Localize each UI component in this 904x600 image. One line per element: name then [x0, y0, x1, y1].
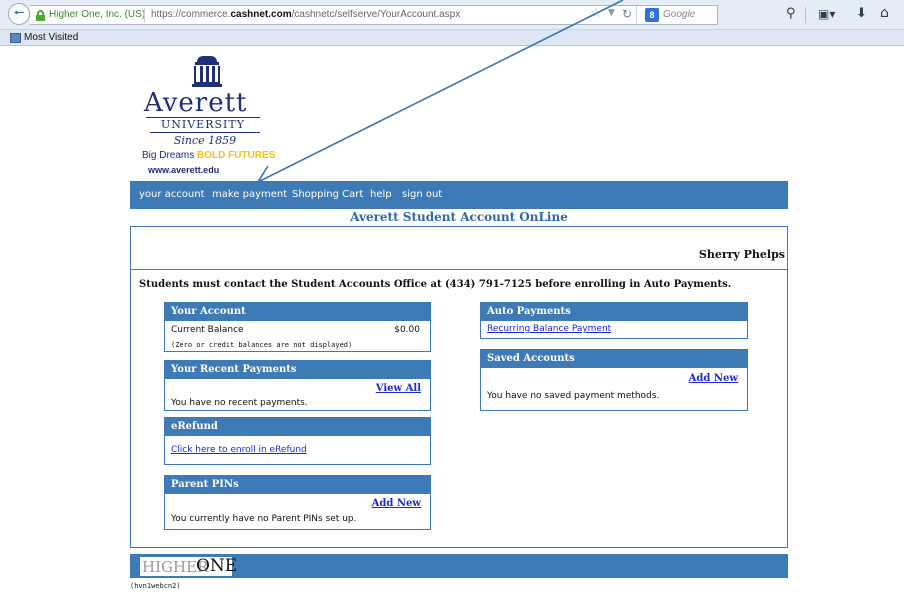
back-arrow-icon[interactable]: 🠔: [8, 3, 30, 25]
add-saved-account-link[interactable]: Add New: [689, 373, 738, 384]
site-identity[interactable]: Higher One, Inc. (US): [49, 9, 145, 20]
lock-icon: [36, 10, 45, 21]
higher-one-logo[interactable]: HIGHER ONE: [140, 556, 237, 576]
building-icon: [192, 56, 222, 88]
logo-name: Averett: [144, 88, 248, 118]
logo-university: UNIVERSITY: [146, 117, 260, 131]
add-parent-pin-link[interactable]: Add New: [372, 498, 421, 509]
panel-title: Saved Accounts: [481, 350, 747, 368]
panel-title: Your Recent Payments: [165, 361, 430, 379]
logo-tagline: Big Dreams BOLD FUTURES: [142, 150, 276, 161]
chevron-down-icon[interactable]: ▼: [608, 8, 615, 18]
logo-since: Since 1859: [150, 132, 260, 147]
google-icon[interactable]: 8: [645, 8, 659, 22]
university-logo: Averett UNIVERSITY Since 1859 Big Dreams…: [142, 56, 292, 180]
parent-pins-panel: Parent PINs Add New You currently have n…: [164, 475, 431, 530]
search-placeholder: Google: [663, 9, 696, 20]
view-all-link[interactable]: View All: [376, 383, 421, 394]
panel-title: eRefund: [165, 418, 430, 436]
home-icon[interactable]: ⌂: [880, 5, 889, 21]
erefund-panel: eRefund Click here to enroll in eRefund: [164, 417, 431, 465]
enroll-erefund-link[interactable]: Click here to enroll in eRefund: [171, 445, 307, 455]
url-text[interactable]: https://commerce.cashnet.com/cashnetc/se…: [151, 9, 460, 20]
recurring-payment-link[interactable]: Recurring Balance Payment: [487, 324, 611, 334]
most-visited-link[interactable]: Most Visited: [24, 32, 78, 43]
no-payments-message: You have no recent payments.: [171, 398, 308, 408]
balance-label: Current Balance: [171, 325, 244, 335]
server-id: (hvn1webcn2): [130, 582, 181, 590]
auto-payment-notice: Students must contact the Student Accoun…: [139, 279, 732, 290]
nav-your-account[interactable]: your account: [139, 189, 205, 200]
bookmarks-bar: Most Visited: [0, 30, 904, 46]
auto-payments-panel: Auto Payments Recurring Balance Payment: [480, 302, 748, 339]
footer: HIGHER ONE: [130, 554, 788, 578]
balance-value: $0.00: [394, 325, 420, 335]
balance-note: (Zero or credit balances are not display…: [171, 341, 353, 349]
nav-sign-out[interactable]: sign out: [402, 189, 442, 200]
search-bar[interactable]: 8 Google: [636, 6, 748, 24]
nav-shopping-cart[interactable]: Shopping Cart: [292, 189, 363, 200]
saved-accounts-panel: Saved Accounts Add New You have no saved…: [480, 349, 748, 411]
folder-icon: [10, 33, 21, 43]
panel-title: Auto Payments: [481, 303, 747, 321]
magnifier-icon[interactable]: ⚲: [786, 6, 796, 21]
star-icon[interactable]: ☆: [590, 6, 602, 21]
download-icon[interactable]: ⬇: [856, 6, 867, 21]
reload-icon[interactable]: ↻: [622, 7, 632, 21]
panel-title: Parent PINs: [165, 476, 430, 494]
panel-title: Your Account: [165, 303, 430, 321]
bookmarks-icon[interactable]: ▣▾: [818, 7, 835, 21]
main-nav: your account make payment Shopping Cart …: [130, 181, 788, 209]
logo-url: www.averett.edu: [148, 165, 220, 175]
no-pins-message: You currently have no Parent PINs set up…: [171, 514, 357, 524]
recent-payments-panel: Your Recent Payments View All You have n…: [164, 360, 431, 411]
no-saved-methods-message: You have no saved payment methods.: [487, 391, 660, 401]
your-account-panel: Your Account Current Balance $0.00 (Zero…: [164, 302, 431, 352]
account-content: Sherry Phelps Students must contact the …: [130, 226, 788, 548]
address-bar[interactable]: Higher One, Inc. (US) https://commerce.c…: [30, 5, 718, 25]
browser-toolbar: 🠔 Higher One, Inc. (US) https://commerce…: [0, 0, 904, 30]
nav-make-payment[interactable]: make payment: [212, 189, 287, 200]
user-name: Sherry Phelps: [698, 248, 785, 261]
nav-help[interactable]: help: [370, 189, 392, 200]
page-title: Averett Student Account OnLine: [350, 210, 568, 224]
